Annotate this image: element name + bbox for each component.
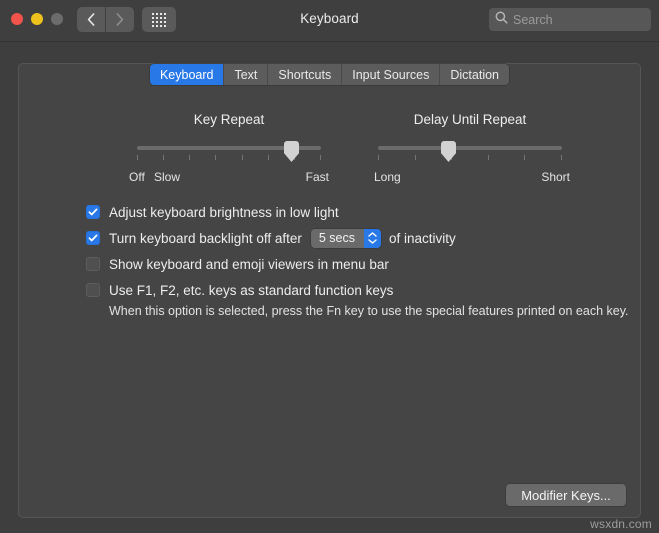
tab-dictation[interactable]: Dictation (439, 64, 509, 85)
option-function-keys[interactable]: Use F1, F2, etc. keys as standard functi… (86, 278, 626, 302)
watermark: wsxdn.com (590, 517, 652, 531)
backlight-off-label: Turn keyboard backlight off after (109, 231, 302, 246)
backlight-delay-value[interactable]: 5 secs (311, 229, 364, 248)
stepper-up-down-icon[interactable] (364, 229, 381, 248)
key-repeat-group: Key Repeat Off Slow Fast (129, 112, 329, 186)
backlight-delay-popup[interactable]: 5 secs (311, 229, 381, 248)
delay-label-short: Short (541, 170, 570, 184)
tab-keyboard[interactable]: Keyboard (150, 64, 224, 85)
key-repeat-label-off: Off (129, 170, 145, 184)
key-repeat-slider[interactable] (129, 141, 329, 167)
tab-text[interactable]: Text (223, 64, 267, 85)
option-show-viewers[interactable]: Show keyboard and emoji viewers in menu … (86, 252, 626, 276)
delay-until-repeat-labels: Long Short (370, 170, 570, 186)
modifier-keys-button[interactable]: Modifier Keys... (506, 484, 626, 506)
search-icon (495, 11, 508, 29)
option-backlight-off[interactable]: Turn keyboard backlight off after 5 secs… (86, 226, 626, 250)
adjust-brightness-label: Adjust keyboard brightness in low light (109, 205, 339, 220)
adjust-brightness-checkbox[interactable] (86, 205, 100, 219)
search-placeholder: Search (513, 13, 553, 27)
tab-shortcuts[interactable]: Shortcuts (267, 64, 341, 85)
function-keys-checkbox[interactable] (86, 283, 100, 297)
option-adjust-brightness[interactable]: Adjust keyboard brightness in low light (86, 200, 626, 224)
keyboard-preferences-window: Keyboard Search Key Repeat (0, 0, 659, 533)
delay-until-repeat-title: Delay Until Repeat (370, 112, 570, 127)
function-keys-helper-text: When this option is selected, press the … (109, 304, 626, 318)
backlight-off-label-after: of inactivity (389, 231, 456, 246)
delay-until-repeat-group: Delay Until Repeat Long Short (370, 112, 570, 186)
key-repeat-label-fast: Fast (306, 170, 329, 184)
delay-until-repeat-ticks (378, 155, 562, 161)
options-list: Adjust keyboard brightness in low light … (86, 200, 626, 318)
key-repeat-title: Key Repeat (129, 112, 329, 127)
delay-label-long: Long (374, 170, 401, 184)
checkmark-icon (88, 233, 98, 243)
preferences-panel: Key Repeat Off Slow Fast Delay Until Rep… (18, 63, 641, 518)
key-repeat-labels: Off Slow Fast (129, 170, 329, 186)
function-keys-label: Use F1, F2, etc. keys as standard functi… (109, 283, 393, 298)
backlight-off-checkbox[interactable] (86, 231, 100, 245)
show-viewers-label: Show keyboard and emoji viewers in menu … (109, 257, 389, 272)
window-titlebar: Keyboard Search (0, 0, 659, 42)
key-repeat-label-slow: Slow (154, 170, 180, 184)
delay-until-repeat-slider[interactable] (370, 141, 570, 167)
delay-until-repeat-track[interactable] (378, 146, 562, 150)
show-viewers-checkbox[interactable] (86, 257, 100, 271)
search-field[interactable]: Search (489, 8, 651, 31)
tab-input-sources[interactable]: Input Sources (341, 64, 439, 85)
checkmark-icon (88, 207, 98, 217)
tab-bar: Keyboard Text Shortcuts Input Sources Di… (0, 64, 659, 85)
